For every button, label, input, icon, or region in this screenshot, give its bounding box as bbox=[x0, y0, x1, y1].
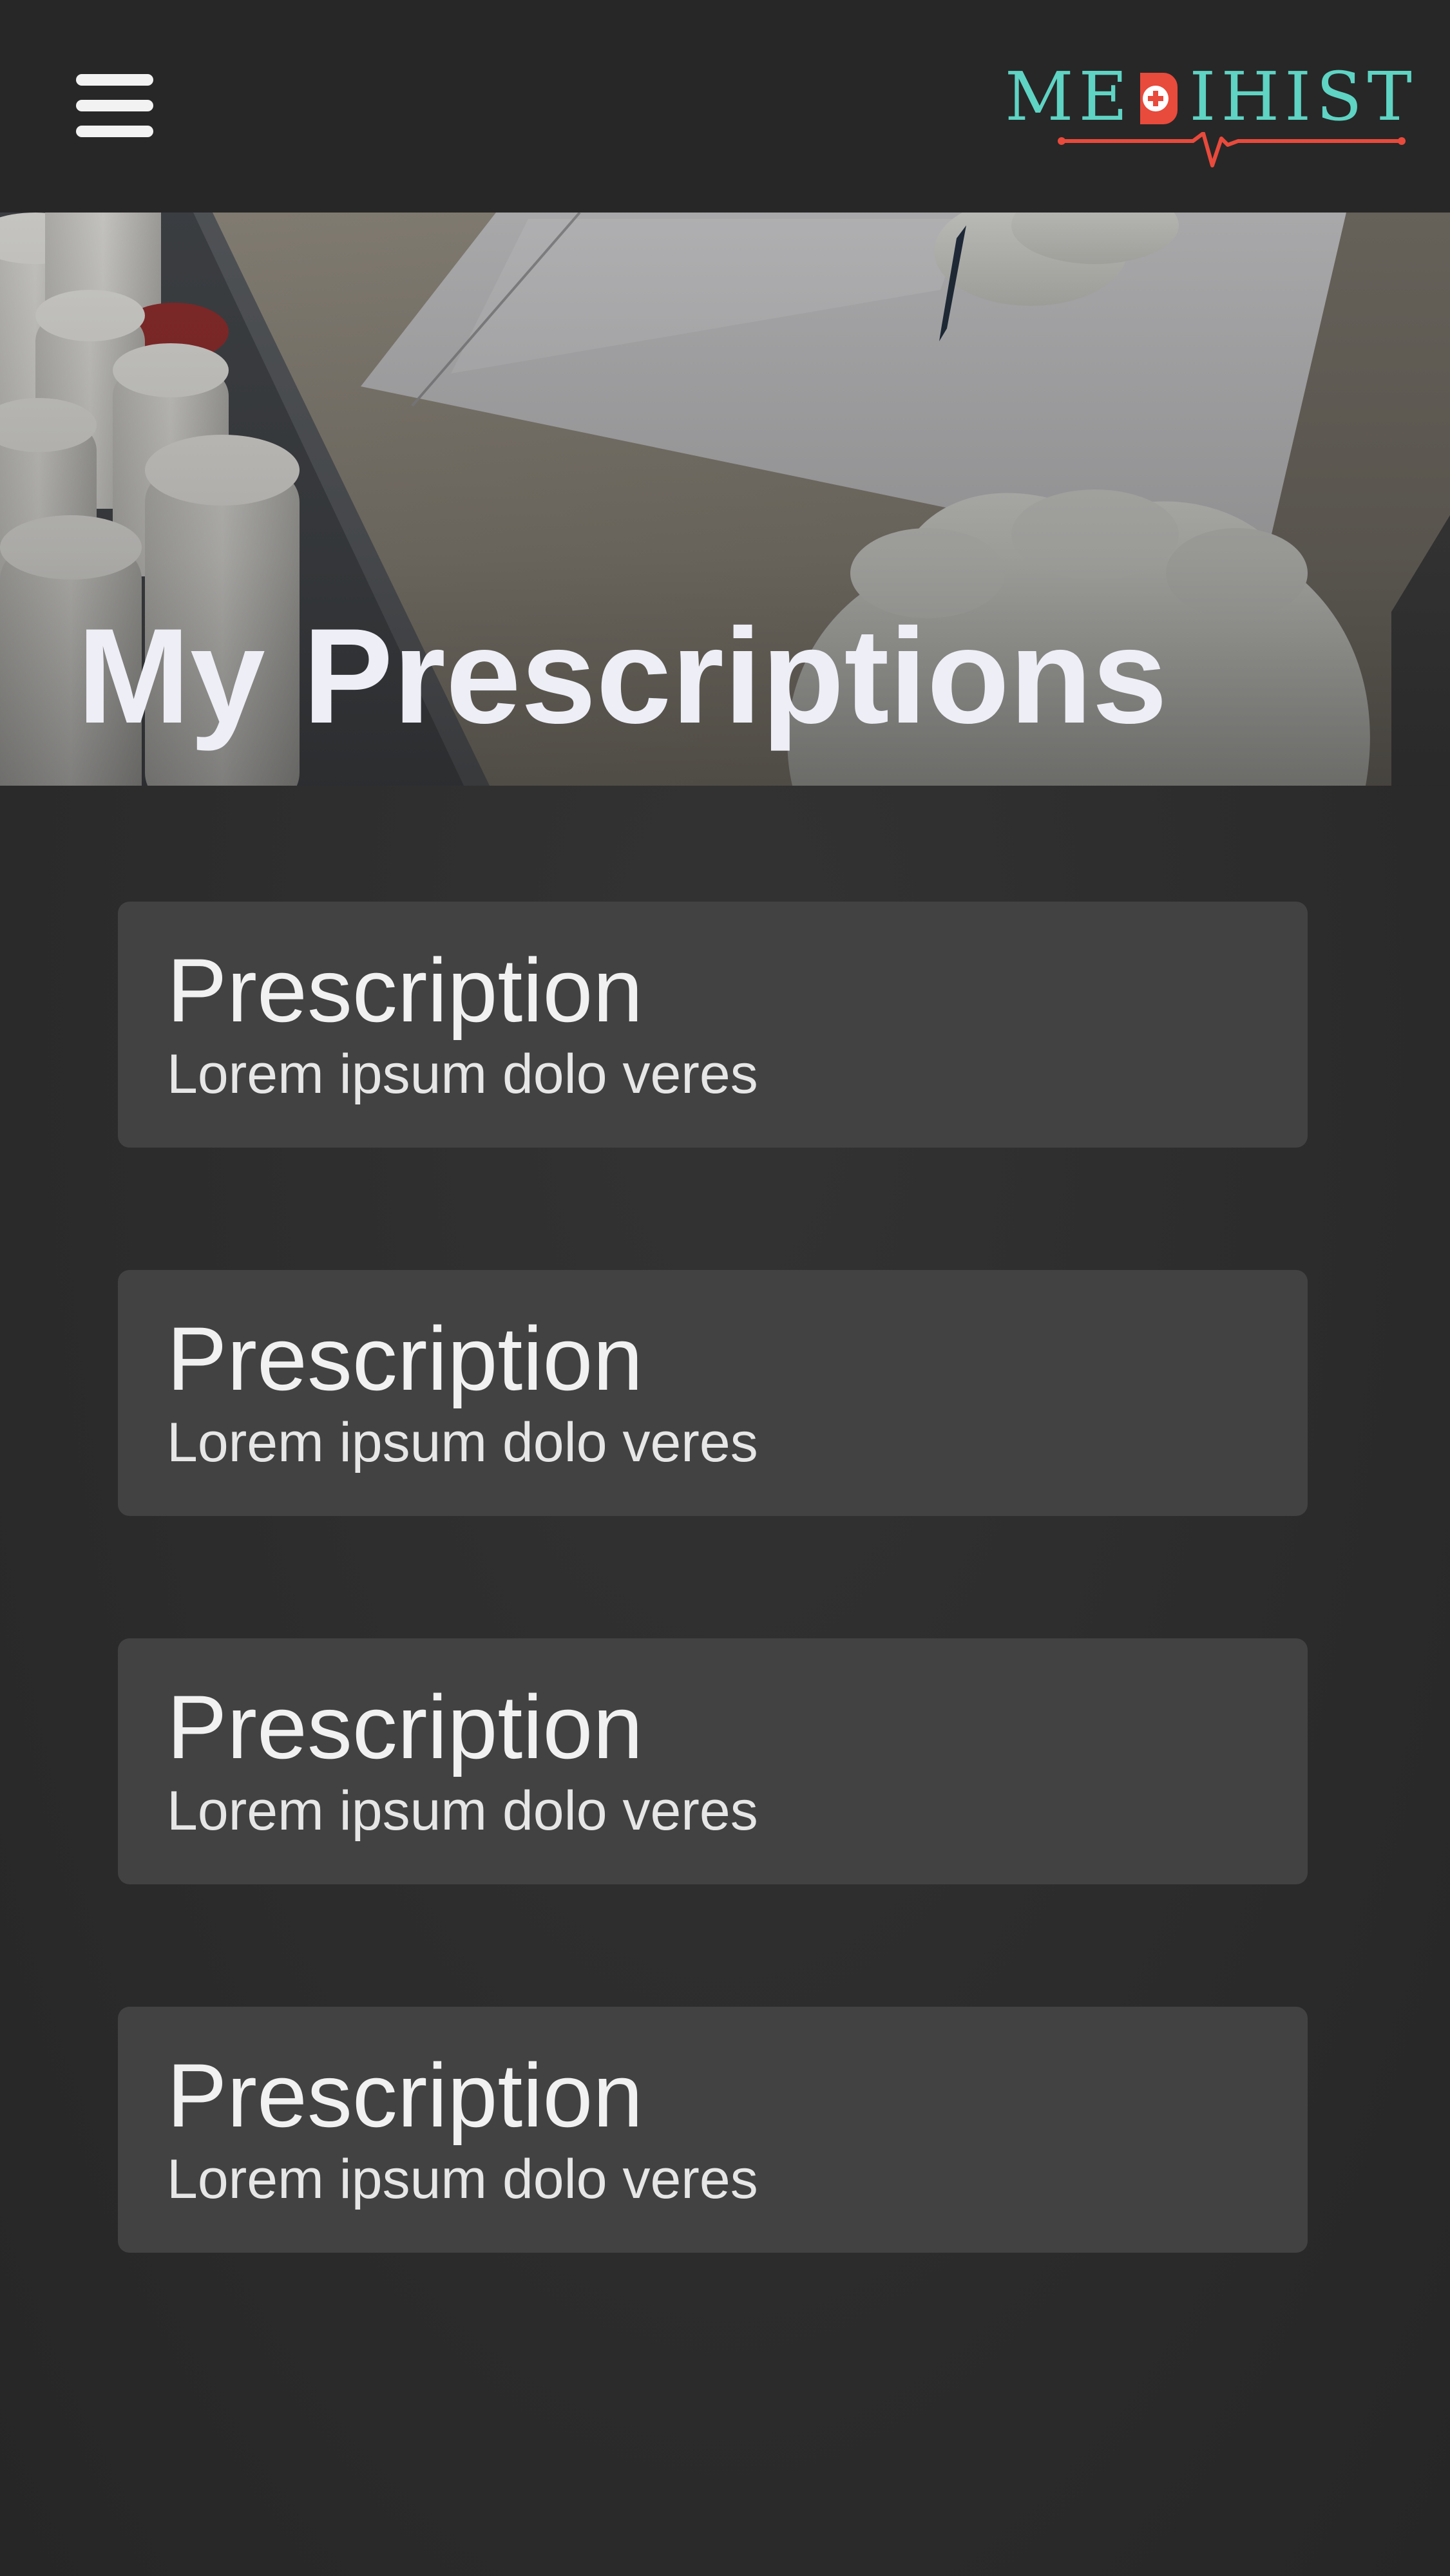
menu-bar bbox=[76, 126, 153, 137]
page-title: My Prescriptions bbox=[77, 600, 1168, 752]
menu-bar bbox=[76, 100, 153, 111]
prescription-subtitle: Lorem ipsum dolo veres bbox=[167, 1780, 758, 1842]
prescription-subtitle: Lorem ipsum dolo veres bbox=[167, 1412, 758, 1473]
prescription-card[interactable]: Prescription Lorem ipsum dolo veres bbox=[118, 1638, 1308, 1884]
prescription-card[interactable]: Prescription Lorem ipsum dolo veres bbox=[118, 902, 1308, 1148]
hamburger-menu-icon[interactable] bbox=[70, 68, 160, 145]
menu-bar bbox=[76, 74, 153, 86]
logo-text-right: IHIST bbox=[1189, 57, 1417, 136]
prescription-title: Prescription bbox=[167, 2045, 644, 2146]
heartbeat-line-icon bbox=[1058, 132, 1406, 167]
logo-wordmark: ME IHIST bbox=[1005, 61, 1417, 132]
prescription-title: Prescription bbox=[167, 940, 644, 1041]
prescription-subtitle: Lorem ipsum dolo veres bbox=[167, 2148, 758, 2210]
medical-cross-badge-icon bbox=[1135, 68, 1180, 125]
hero-banner: My Prescriptions bbox=[0, 213, 1450, 786]
prescription-subtitle: Lorem ipsum dolo veres bbox=[167, 1043, 758, 1105]
prescriptions-screen: ME IHIST My Prescriptions Prescription L… bbox=[0, 0, 1450, 2576]
prescription-title: Prescription bbox=[167, 1308, 644, 1409]
logo-text-left: ME bbox=[1005, 57, 1133, 136]
prescription-card[interactable]: Prescription Lorem ipsum dolo veres bbox=[118, 1270, 1308, 1516]
prescription-card[interactable]: Prescription Lorem ipsum dolo veres bbox=[118, 2007, 1308, 2253]
medihist-logo[interactable]: ME IHIST bbox=[1005, 61, 1412, 171]
prescription-title: Prescription bbox=[167, 1676, 644, 1777]
prescription-list: Prescription Lorem ipsum dolo veres Pres… bbox=[118, 902, 1308, 2375]
top-bar: ME IHIST bbox=[0, 0, 1450, 213]
